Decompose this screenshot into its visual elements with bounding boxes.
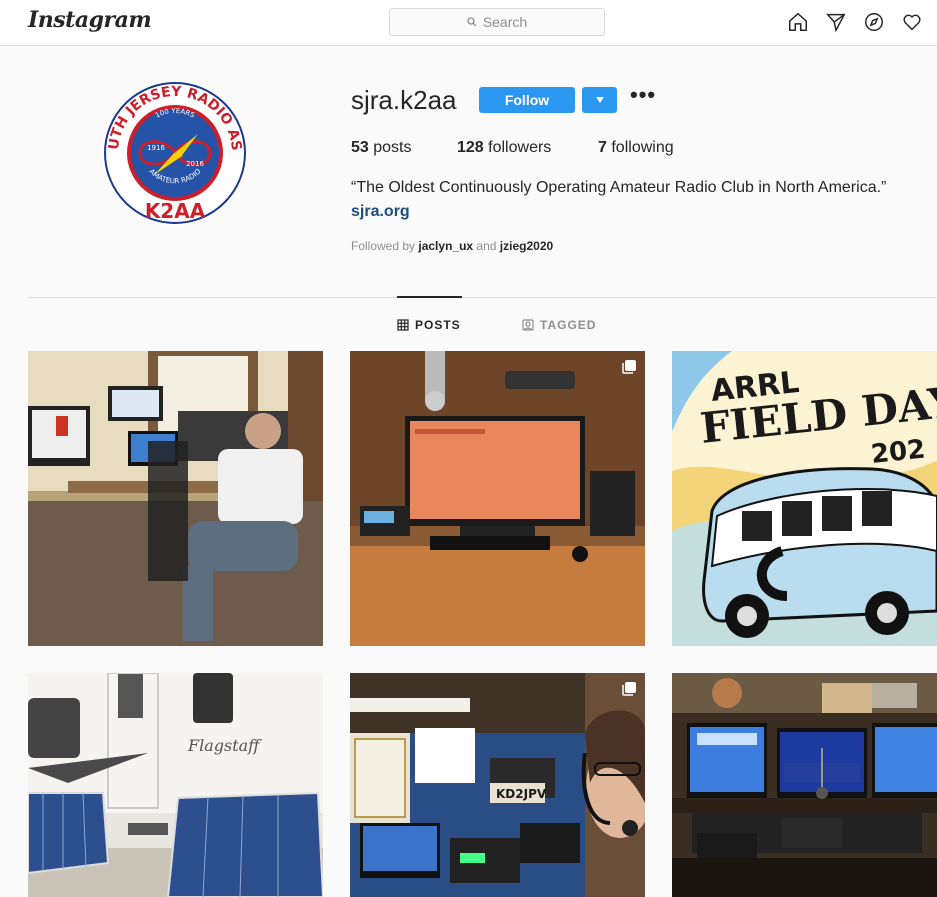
logo-year-right: 2016 (186, 160, 204, 168)
suggested-dropdown-button[interactable] (582, 87, 617, 113)
grid-icon (397, 319, 409, 331)
explore-icon[interactable] (861, 9, 887, 35)
tab-posts[interactable]: POSTS (397, 318, 461, 332)
followed-by-user[interactable]: jzieg2020 (500, 239, 553, 253)
followed-by-user[interactable]: jaclyn_ux (418, 239, 473, 253)
post-image: ARRL FIELD DAY 202 (672, 351, 937, 646)
nav-icons (785, 9, 925, 35)
multiple-posts-icon (622, 682, 636, 696)
profile-website-link[interactable]: sjra.org (351, 203, 410, 221)
tabs-divider (28, 297, 937, 298)
post-image: Flagstaff (28, 673, 323, 897)
search-input[interactable]: Search (389, 8, 605, 36)
posts-count: 53 posts (351, 139, 412, 156)
active-tab-indicator (397, 296, 462, 298)
top-nav: Instagram Search (0, 0, 937, 46)
rv-brand: Flagstaff (187, 736, 262, 755)
profile-avatar[interactable]: SOUTH JERSEY RADIO ASSN 100 YEARS 1916 2… (102, 80, 248, 226)
followers-count[interactable]: 128 followers (457, 139, 598, 157)
post-image (28, 351, 323, 646)
post-image: KD2JPV (350, 673, 645, 897)
callsign-plate: KD2JPV (496, 787, 547, 801)
post-thumbnail[interactable] (672, 673, 937, 897)
post-image (350, 351, 645, 646)
activity-heart-icon[interactable] (899, 9, 925, 35)
post-thumbnail[interactable]: Flagstaff (28, 673, 323, 897)
home-icon[interactable] (785, 9, 811, 35)
profile-username: sjra.k2aa (351, 85, 457, 115)
more-options-button[interactable]: ••• (630, 84, 656, 111)
post-thumbnail[interactable] (28, 351, 323, 646)
post-thumbnail[interactable] (350, 351, 645, 646)
following-count[interactable]: 7 following (598, 139, 674, 157)
profile-stats: 53 posts 128 followers 7 following (351, 139, 674, 157)
profile-bio: “The Oldest Continuously Operating Amate… (351, 179, 887, 196)
logo-callsign: K2AA (145, 199, 206, 223)
post-thumbnail[interactable]: KD2JPV (350, 673, 645, 897)
direct-icon[interactable] (823, 9, 849, 35)
tab-tagged[interactable]: TAGGED (522, 318, 596, 332)
post-thumbnail[interactable]: ARRL FIELD DAY 202 (672, 351, 937, 646)
follow-button[interactable]: Follow (479, 87, 575, 113)
search-icon (467, 17, 477, 27)
sjra-logo: SOUTH JERSEY RADIO ASSN 100 YEARS 1916 2… (102, 80, 247, 225)
post-text: 202 (870, 434, 927, 470)
chevron-down-icon (595, 97, 604, 103)
tagged-icon (522, 319, 534, 331)
logo-year-left: 1916 (147, 144, 165, 152)
post-image (672, 673, 937, 897)
multiple-posts-icon (622, 360, 636, 374)
instagram-logo[interactable]: Instagram (28, 7, 152, 33)
followed-by: Followed by jaclyn_ux and jzieg2020 (351, 239, 554, 253)
search-placeholder: Search (482, 14, 528, 30)
